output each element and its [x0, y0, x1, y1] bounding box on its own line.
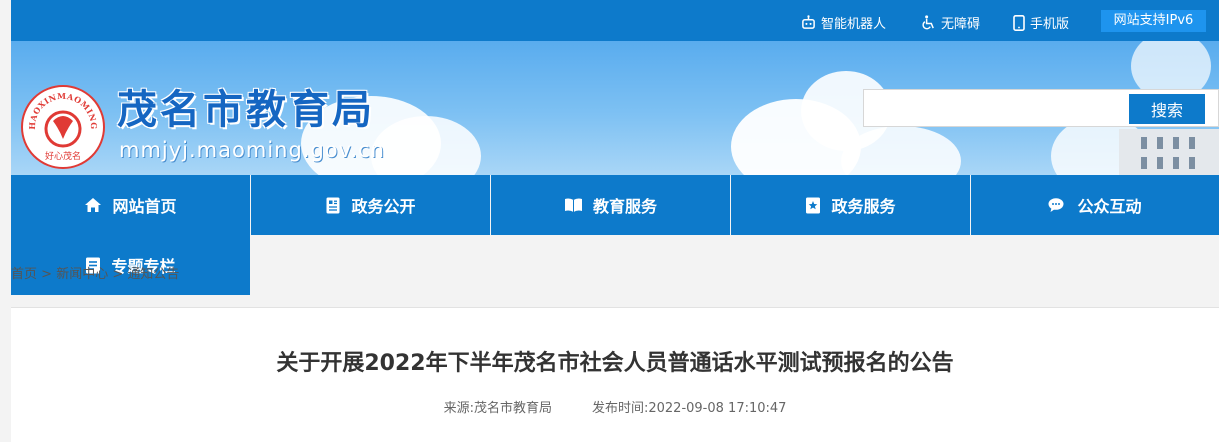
star-bookmark-icon — [805, 197, 821, 214]
main-nav: 网站首页 政务公开 教育服务 政务服务 公众互动 专题专栏 — [11, 175, 1219, 295]
breadcrumb: 首页 > 新闻中心 > 通知公告 — [11, 263, 179, 282]
nav-label: 公众互动 — [1077, 197, 1142, 216]
robot-link[interactable]: 智能机器人 — [801, 13, 886, 32]
robot-label: 智能机器人 — [821, 17, 887, 32]
article-container: 关于开展2022年下半年茂名市社会人员普通话水平测试预报名的公告 来源:茂名市教… — [11, 307, 1219, 442]
book-icon — [564, 197, 583, 213]
search-input[interactable] — [864, 90, 1126, 126]
accessibility-label: 无障碍 — [941, 17, 981, 32]
site-title[interactable]: 茂名市教育局 — [117, 77, 375, 135]
nav-label: 教育服务 — [592, 197, 657, 216]
search-box: 搜索 — [863, 89, 1219, 127]
logo-bottom-text: 好心茂名 — [45, 150, 81, 162]
nav-item-education-services[interactable]: 教育服务 — [491, 175, 730, 235]
site-domain: mmjyj.maoming.gov.cn — [119, 138, 385, 162]
header-banner: HAOXINMAOMING 好心茂名 茂名市教育局 mmjyj.maoming.… — [11, 41, 1219, 175]
mobile-phone-icon — [1013, 14, 1025, 31]
nav-item-public-interaction[interactable]: 公众互动 — [971, 175, 1219, 235]
nav-item-gov-services[interactable]: 政务服务 — [731, 175, 970, 235]
nav-label: 政务服务 — [831, 197, 896, 216]
breadcrumb-news[interactable]: 新闻中心 — [56, 267, 108, 282]
mobile-link[interactable]: 手机版 — [1013, 13, 1069, 32]
mobile-label: 手机版 — [1030, 17, 1070, 32]
breadcrumb-separator: > — [37, 267, 57, 282]
source-value: 茂名市教育局 — [473, 401, 552, 416]
home-icon — [84, 197, 102, 213]
article-meta: 来源:茂名市教育局 发布时间:2022-09-08 17:10:47 — [11, 397, 1219, 416]
nav-item-home[interactable]: 网站首页 — [11, 175, 250, 235]
source-label: 来源: — [443, 401, 474, 416]
robot-icon — [801, 15, 816, 30]
breadcrumb-current[interactable]: 通知公告 — [127, 267, 179, 282]
logo-emblem-icon: HAOXINMAOMING 好心茂名 — [27, 91, 99, 162]
breadcrumb-separator: > — [108, 267, 128, 282]
search-button[interactable]: 搜索 — [1129, 94, 1205, 124]
nav-label: 政务公开 — [351, 197, 416, 216]
site-logo[interactable]: HAOXINMAOMING 好心茂名 — [21, 85, 105, 169]
publish-time-value: 2022-09-08 17:10:47 — [648, 401, 787, 416]
nav-label: 网站首页 — [112, 197, 177, 216]
ipv6-badge: 网站支持IPv6 — [1101, 10, 1206, 32]
breadcrumb-home[interactable]: 首页 — [11, 267, 37, 282]
chat-icon — [1048, 197, 1067, 213]
wheelchair-icon — [921, 15, 936, 30]
article-title: 关于开展2022年下半年茂名市社会人员普通话水平测试预报名的公告 — [276, 351, 954, 376]
publish-time-label: 发布时间: — [591, 401, 649, 416]
accessibility-link[interactable]: 无障碍 — [921, 13, 980, 32]
building-decoration — [1119, 129, 1219, 175]
document-icon — [325, 197, 341, 214]
top-utility-bar: 智能机器人 无障碍 手机版 网站支持IPv6 — [11, 0, 1219, 41]
nav-item-gov-affairs-open[interactable]: 政务公开 — [251, 175, 490, 235]
